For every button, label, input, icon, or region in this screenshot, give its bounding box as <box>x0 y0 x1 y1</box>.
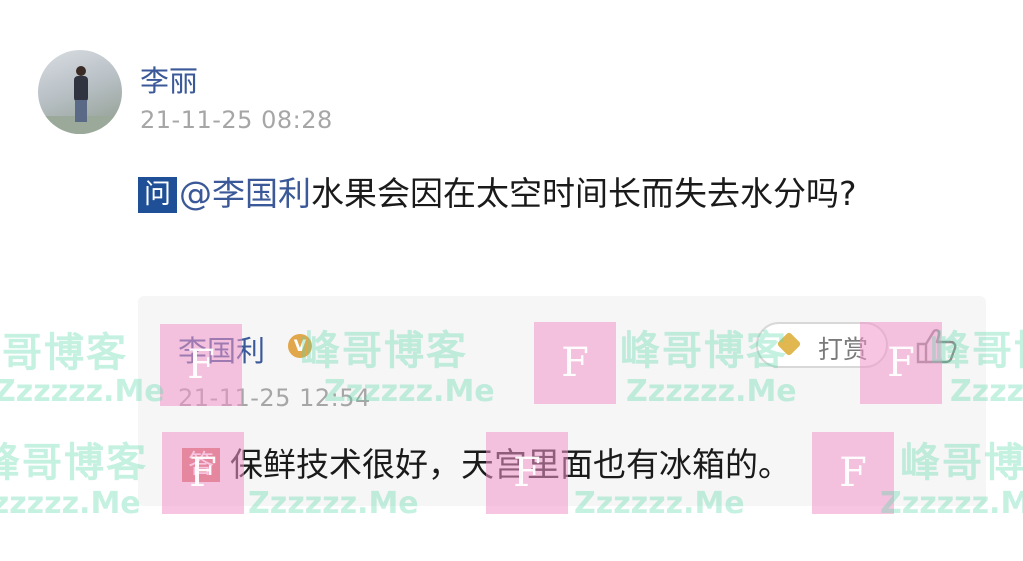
answer-timestamp: 21-11-25 12:54 <box>178 384 371 412</box>
mention-link[interactable]: @李国利 <box>179 174 311 213</box>
tip-button[interactable]: 打赏 <box>756 322 888 368</box>
question-timestamp: 21-11-25 08:28 <box>140 106 333 134</box>
question-text: 水果会因在太空时间长而失去水分吗? <box>311 174 857 213</box>
avatar-figure-body <box>74 76 88 102</box>
avatar-figure-legs <box>75 100 87 122</box>
answer-username[interactable]: 李国利 <box>178 328 265 370</box>
answer-text-block: 答保鲜技术很好，天宫里面也有冰箱的。 <box>182 438 791 486</box>
question-badge: 问 <box>138 177 177 213</box>
verified-badge-icon: V <box>288 334 312 358</box>
diamond-icon <box>776 331 802 357</box>
answer-text: 保鲜技术很好，天宫里面也有冰箱的。 <box>230 445 792 484</box>
answer-badge: 答 <box>182 448 221 482</box>
avatar-figure-head <box>76 66 86 76</box>
question-text-block: 问 @李国利水果会因在太空时间长而失去水分吗? <box>138 166 858 222</box>
thumbs-up-icon[interactable] <box>914 326 958 366</box>
user-avatar[interactable] <box>38 50 122 134</box>
watermark-text-en: Zzzzzz.Me <box>0 486 141 521</box>
watermark-text-cn: 峰哥博客 <box>0 330 128 376</box>
tip-button-label: 打赏 <box>818 335 869 364</box>
watermark-text-cn: 峰哥博客 <box>0 440 148 486</box>
question-username[interactable]: 李丽 <box>140 58 198 100</box>
